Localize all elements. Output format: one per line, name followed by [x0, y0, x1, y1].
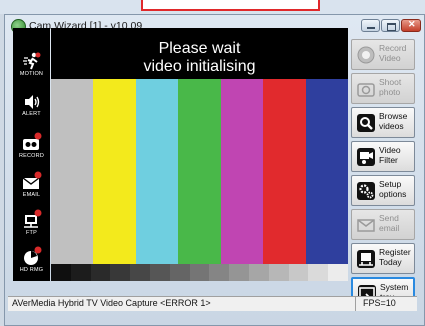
gray-step: [268, 264, 289, 281]
gray-step: [110, 264, 131, 281]
color-bar: [305, 79, 348, 264]
record-icon: [22, 132, 41, 150]
video-message-line1: Please wait: [158, 40, 241, 57]
color-bar: [135, 79, 179, 264]
camera-icon: [357, 83, 375, 97]
status-divider: [355, 297, 356, 311]
video-preview[interactable]: Please wait video initialising: [51, 28, 348, 281]
sidebar-item-alert[interactable]: ALERT: [13, 94, 50, 132]
color-bars: [51, 79, 348, 264]
sidebar-label: RECORD: [18, 153, 45, 159]
maximize-button[interactable]: [381, 19, 400, 32]
button-label: Record Video: [379, 43, 407, 63]
gray-step: [229, 264, 249, 281]
color-bar: [263, 79, 306, 264]
sidebar-label: MOTION: [19, 71, 44, 77]
minimize-button[interactable]: [361, 19, 380, 32]
button-label: Shoot photo: [379, 77, 402, 97]
highlight-box: [141, 0, 320, 11]
sidebar-item-record[interactable]: RECORD: [13, 132, 50, 170]
gray-step: [189, 264, 210, 281]
email-icon: [357, 219, 375, 232]
filter-icon: [357, 148, 375, 166]
sidebar: MOTION ALERT RECORD EMAIL FTP HD RMG: [13, 28, 50, 281]
video-filter-button[interactable]: Video Filter: [351, 141, 415, 172]
button-label: Send email: [379, 213, 400, 233]
sidebar-item-motion[interactable]: MOTION: [13, 52, 50, 90]
gray-step: [90, 264, 111, 281]
color-bar: [220, 79, 264, 264]
gray-step: [308, 264, 329, 281]
browse-icon: [357, 114, 375, 132]
video-message-line2: video initialising: [143, 58, 256, 75]
gray-step: [248, 264, 269, 281]
gray-step: [209, 264, 230, 281]
gear-icon: [357, 182, 375, 200]
record-video-button[interactable]: Record Video: [351, 39, 415, 70]
sidebar-label: HD RMG: [19, 267, 44, 273]
gray-scale-strip: [51, 264, 348, 281]
sidebar-label: ALERT: [22, 111, 41, 117]
record-icon: [357, 46, 375, 64]
speaker-icon: [24, 95, 39, 109]
gray-step: [70, 264, 91, 281]
button-label: Setup options: [379, 179, 407, 199]
color-bar: [93, 79, 136, 264]
gray-step: [169, 264, 190, 281]
gray-step: [130, 264, 150, 281]
gray-step: [149, 264, 170, 281]
disk-icon: [23, 246, 41, 265]
status-fps: FPS=10: [363, 298, 396, 308]
button-label: Register Today: [379, 247, 411, 267]
sidebar-label: FTP: [26, 230, 37, 236]
sidebar-label: EMAIL: [22, 192, 41, 198]
send-email-button[interactable]: Send email: [351, 209, 415, 240]
gray-step: [328, 264, 348, 281]
setup-options-button[interactable]: Setup options: [351, 175, 415, 206]
status-bar: AVerMedia Hybrid TV Video Capture <ERROR…: [8, 296, 417, 311]
color-bar: [51, 79, 94, 264]
register-today-button[interactable]: Register Today: [351, 243, 415, 274]
motion-icon: [22, 52, 40, 70]
button-label: Video Filter: [379, 145, 401, 165]
email-icon: [22, 171, 41, 189]
sidebar-item-hd-rmg[interactable]: HD RMG: [13, 246, 50, 284]
shoot-photo-button[interactable]: Shoot photo: [351, 73, 415, 104]
gray-step: [288, 264, 309, 281]
sidebar-item-ftp[interactable]: FTP: [13, 209, 50, 247]
register-icon: [357, 250, 375, 268]
close-button[interactable]: [401, 19, 421, 32]
button-label: Browse videos: [379, 111, 408, 131]
ftp-icon: [23, 209, 41, 228]
gray-step: [51, 264, 71, 281]
color-bar: [178, 79, 221, 264]
browse-videos-button[interactable]: Browse videos: [351, 107, 415, 138]
sidebar-item-email[interactable]: EMAIL: [13, 171, 50, 209]
status-device: AVerMedia Hybrid TV Video Capture <ERROR…: [12, 298, 211, 308]
